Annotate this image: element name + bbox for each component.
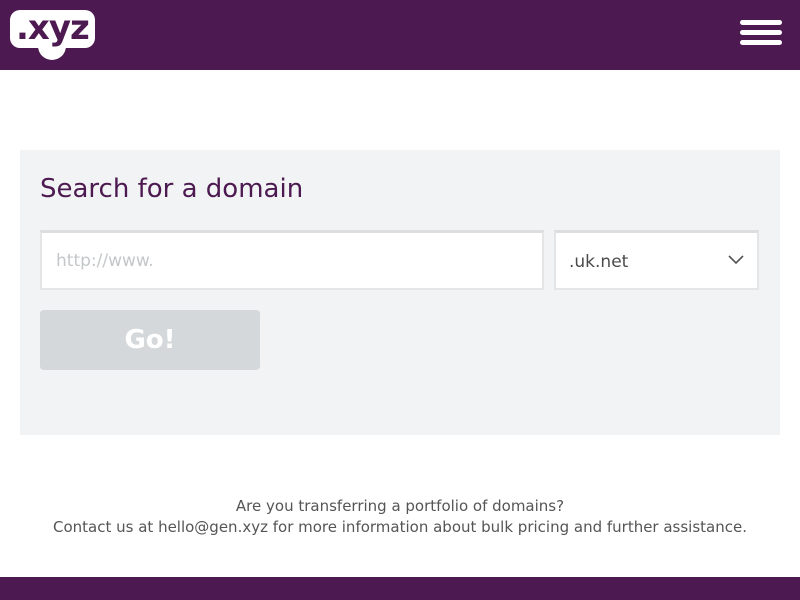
search-title: Search for a domain [40, 174, 304, 204]
contact-email-link[interactable]: hello@gen.xyz [158, 518, 268, 536]
info-line-question: Are you transferring a portfolio of doma… [235, 497, 565, 515]
site-header: .xyz [0, 0, 800, 70]
hamburger-menu-icon[interactable] [740, 20, 782, 48]
domain-url-input[interactable] [40, 230, 544, 290]
xyz-logo[interactable]: .xyz [10, 8, 96, 60]
tld-selected-value: .uk.net [569, 252, 629, 272]
go-button[interactable]: Go! [40, 310, 260, 370]
logo-text: .xyz [16, 8, 90, 48]
info-line-contact: Contact us at hello@gen.xyz for more inf… [0, 517, 800, 538]
site-footer [0, 577, 800, 600]
tld-dropdown[interactable]: .uk.net [554, 230, 759, 290]
menu-bar-top [740, 20, 782, 25]
contact-prefix: Contact us at [52, 518, 154, 536]
bulk-transfer-info: Are you transferring a portfolio of doma… [0, 496, 800, 538]
menu-bar-middle [740, 30, 782, 35]
menu-bar-bottom [740, 40, 782, 45]
chevron-down-icon [728, 255, 744, 265]
contact-suffix: for more information about bulk pricing … [272, 518, 747, 536]
domain-search-panel: Search for a domain .uk.net Go! [20, 150, 780, 435]
